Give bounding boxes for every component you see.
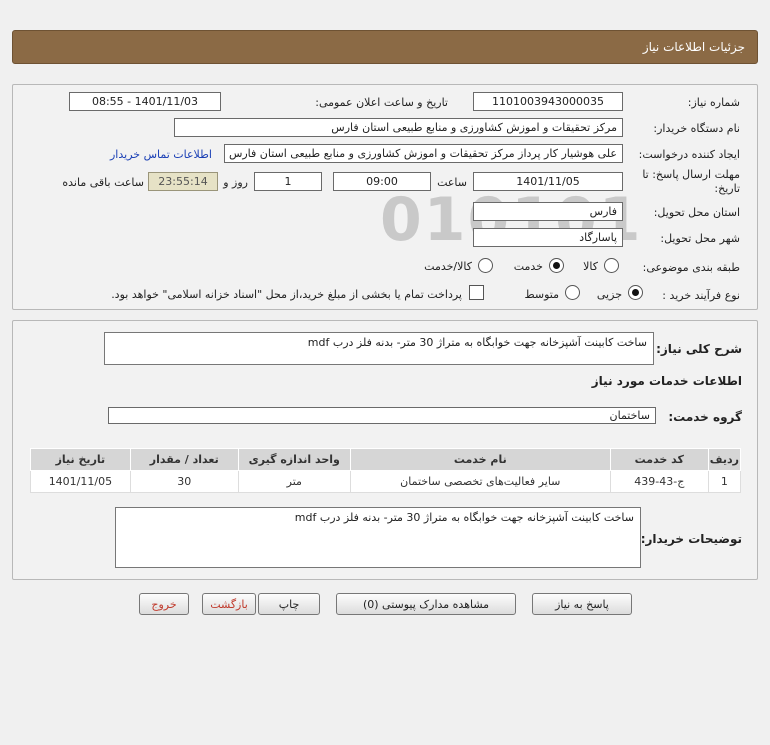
remaining-time-label: ساعت باقی مانده (62, 176, 144, 189)
treasury-payment-text: پرداخت تمام یا بخشی از مبلغ خرید،از محل … (111, 288, 462, 301)
col-header-quantity: تعداد / مقدار (129, 448, 239, 471)
buyer-org-field: مرکز تحقیقات و اموزش کشاورزی و منابع طبی… (174, 118, 623, 137)
announce-label: تاریخ و ساعت اعلان عمومی: (315, 96, 448, 109)
purchase-partial-radio[interactable] (628, 285, 643, 300)
deadline-days-label: روز و (223, 176, 248, 189)
cell-service-name: سایر فعالیت‌های تخصصی ساختمان (349, 470, 611, 493)
creator-label: ایجاد کننده درخواست: (638, 148, 740, 161)
col-header-service-code: کد خدمت (609, 448, 709, 471)
category-goods-service-label: کالا/خدمت (424, 260, 472, 273)
table-header-row: ردیف کد خدمت نام خدمت واحد اندازه گیری ت… (30, 448, 742, 471)
city-field: پاسارگاد (473, 228, 623, 247)
col-header-service-name: نام خدمت (349, 448, 611, 471)
province-field: فارس (473, 202, 623, 221)
cell-unit: متر (237, 470, 351, 493)
city-label: شهر محل تحویل: (660, 232, 740, 245)
table-row: 1 ج-43-439 سایر فعالیت‌های تخصصی ساختمان… (30, 470, 742, 493)
deadline-days-field: 1 (254, 172, 322, 191)
deadline-label-2: تاریخ: (714, 182, 740, 195)
deadline-date-field: 1401/11/05 (473, 172, 623, 191)
cell-row-number: 1 (707, 470, 742, 493)
service-group-label: گروه خدمت: (668, 410, 742, 424)
purchase-partial-label: جزیی (596, 288, 622, 301)
purchase-type-label: نوع فرآیند خرید : (662, 289, 740, 302)
purchase-medium-label: متوسط (524, 288, 559, 301)
deadline-label-1: مهلت ارسال پاسخ: تا (642, 168, 740, 181)
cell-quantity: 30 (129, 470, 239, 493)
services-section-title: اطلاعات خدمات مورد نیاز (591, 374, 742, 388)
col-header-need-date: تاریخ نیاز (30, 448, 131, 471)
deadline-time-field: 09:00 (333, 172, 431, 191)
buyer-contact-link[interactable]: اطلاعات تماس خریدار (110, 148, 212, 161)
reply-button[interactable]: پاسخ به نیاز (532, 593, 632, 615)
deadline-time-label: ساعت (437, 176, 467, 189)
col-header-unit: واحد اندازه گیری (237, 448, 351, 471)
category-label: طبقه بندی موضوعی: (642, 261, 740, 274)
page-title: جزئیات اطلاعات نیاز (642, 40, 745, 54)
category-goods-label: کالا (583, 260, 598, 273)
services-table: ردیف کد خدمت نام خدمت واحد اندازه گیری ت… (30, 448, 742, 493)
category-service-label: خدمت (513, 260, 543, 273)
back-button[interactable]: بازگشت (202, 593, 256, 615)
attachments-button[interactable]: مشاهده مدارک پیوستی (0) (336, 593, 516, 615)
summary-textarea: ساخت کابینت آشپزخانه جهت خوابگاه به مترا… (104, 332, 654, 365)
category-service-radio[interactable] (549, 258, 564, 273)
purchase-medium-radio[interactable] (565, 285, 580, 300)
remaining-time-field: 23:55:14 (148, 172, 218, 191)
buyer-notes-textarea: ساخت کابینت آشپزخانه جهت خوابگاه به مترا… (115, 507, 641, 568)
cell-need-date: 1401/11/05 (30, 470, 131, 493)
col-header-row-number: ردیف (707, 448, 742, 471)
category-goods-radio[interactable] (604, 258, 619, 273)
service-group-field: ساختمان (108, 407, 656, 424)
need-number-label: شماره نیاز: (687, 96, 740, 109)
exit-button[interactable]: خروج (139, 593, 189, 615)
creator-field: علی هوشیار کار پرداز مرکز تحقیقات و اموز… (224, 144, 623, 163)
category-goods-service-radio[interactable] (478, 258, 493, 273)
province-label: استان محل تحویل: (653, 206, 740, 219)
need-number-field: 1101003943000035 (473, 92, 623, 111)
summary-label: شرح کلی نیاز: (656, 342, 742, 356)
print-button[interactable]: چاپ (258, 593, 320, 615)
cell-service-code: ج-43-439 (609, 470, 709, 493)
buyer-org-label: نام دستگاه خریدار: (653, 122, 740, 135)
buyer-notes-label: توضیحات خریدار: (640, 532, 742, 546)
treasury-payment-checkbox[interactable] (469, 285, 484, 300)
page-header: جزئیات اطلاعات نیاز (12, 30, 758, 64)
announce-field: 1401/11/03 - 08:55 (69, 92, 221, 111)
